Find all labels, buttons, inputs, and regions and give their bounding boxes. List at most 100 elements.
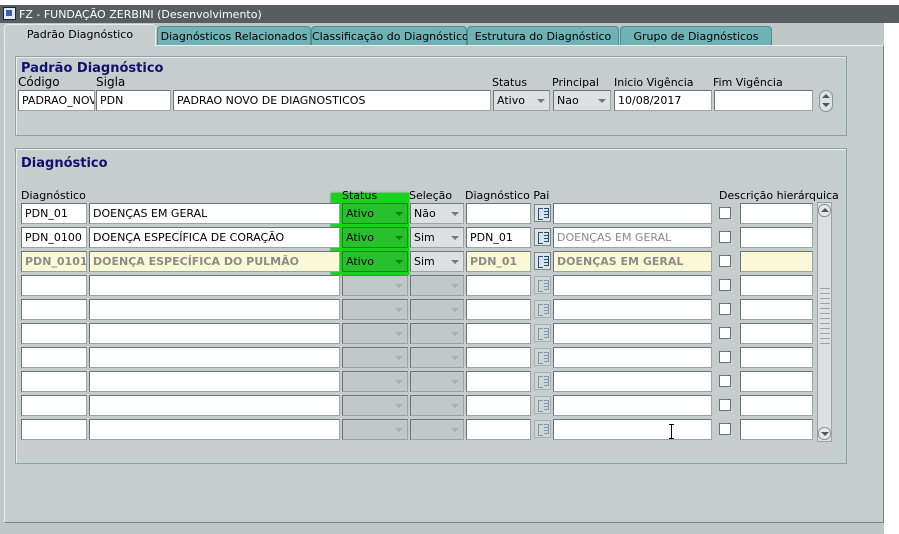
diagnostico-pai-field[interactable] (466, 347, 531, 368)
hierarquia-checkbox[interactable] (719, 303, 731, 315)
row-status-select[interactable]: Ativo (342, 251, 408, 272)
row-status-select[interactable] (342, 275, 408, 296)
row-selecao-select[interactable] (410, 275, 464, 296)
row-selecao-select[interactable] (410, 371, 464, 392)
scroll-up-icon[interactable] (818, 204, 831, 217)
descricao-hierarquica-field[interactable] (740, 395, 813, 416)
diagnostico-pai-desc-field[interactable] (553, 299, 712, 320)
tab-grupo[interactable]: Grupo de Diagnósticos (620, 26, 772, 47)
principal-select[interactable]: Nao (553, 90, 611, 111)
diagnostico-pai-desc-field[interactable] (553, 371, 712, 392)
lov-list-icon[interactable] (534, 228, 551, 246)
row-selecao-select[interactable] (410, 323, 464, 344)
diagnostico-pai-desc-field[interactable] (553, 323, 712, 344)
descricao-hierarquica-field[interactable] (740, 251, 813, 272)
inicio-vigencia-field[interactable]: 10/08/2017 (614, 90, 712, 111)
diagnostico-code-field[interactable] (21, 347, 87, 368)
lov-list-icon[interactable] (534, 348, 551, 366)
descricao-hierarquica-field[interactable] (740, 347, 813, 368)
row-status-select[interactable] (342, 395, 408, 416)
diagnostico-pai-desc-field[interactable] (553, 275, 712, 296)
diagnostico-pai-field[interactable] (466, 299, 531, 320)
row-status-select[interactable]: Ativo (342, 227, 408, 248)
status-select[interactable]: Ativo (493, 90, 550, 111)
row-status-select[interactable] (342, 347, 408, 368)
diagnostico-code-field[interactable] (21, 395, 87, 416)
diagnostico-pai-field[interactable]: PDN_01 (466, 227, 531, 248)
row-status-select[interactable] (342, 323, 408, 344)
diagnostico-desc-field[interactable] (89, 395, 340, 416)
row-selecao-select[interactable]: Sim (410, 227, 464, 248)
diagnostico-pai-desc-field[interactable]: DOENÇAS EM GERAL (553, 251, 712, 272)
hierarquia-checkbox[interactable] (719, 351, 731, 363)
diagnostico-pai-field[interactable] (466, 323, 531, 344)
row-selecao-select[interactable]: Sim (410, 251, 464, 272)
descricao-hierarquica-field[interactable] (740, 275, 813, 296)
diagnostico-pai-field[interactable] (466, 203, 531, 224)
diagnostico-pai-field[interactable] (466, 371, 531, 392)
diagnostico-pai-desc-field[interactable] (553, 203, 712, 224)
diagnostico-desc-field[interactable] (89, 275, 340, 296)
diagnostico-desc-field[interactable] (89, 347, 340, 368)
row-selecao-select[interactable] (410, 419, 464, 440)
lov-list-icon[interactable] (534, 252, 551, 270)
diagnostico-desc-field[interactable] (89, 371, 340, 392)
descricao-hierarquica-field[interactable] (740, 323, 813, 344)
diagnostico-desc-field[interactable] (89, 323, 340, 344)
diagnostico-desc-field[interactable] (89, 419, 340, 440)
lov-list-icon[interactable] (534, 372, 551, 390)
lov-list-icon[interactable] (534, 204, 551, 222)
diagnostico-pai-desc-field[interactable]: DOENÇAS EM GERAL (553, 227, 712, 248)
diagnostico-pai-field[interactable] (466, 275, 531, 296)
descricao-hierarquica-field[interactable] (740, 419, 813, 440)
codigo-field[interactable]: PADRAO_NOV (18, 90, 95, 111)
diagnostico-code-field[interactable]: PDN_0100 (21, 227, 87, 248)
header-scroll[interactable] (819, 90, 833, 112)
fim-vigencia-field[interactable] (714, 90, 813, 111)
descricao-hierarquica-field[interactable] (740, 299, 813, 320)
hierarquia-checkbox[interactable] (719, 327, 731, 339)
diagnostico-code-field[interactable] (21, 371, 87, 392)
tab-diagnosticos-relacionados[interactable]: Diagnósticos Relacionados (157, 26, 311, 47)
diagnostico-pai-desc-field[interactable] (553, 395, 712, 416)
hierarquia-checkbox[interactable] (719, 207, 731, 219)
lov-list-icon[interactable] (534, 300, 551, 318)
row-selecao-select[interactable] (410, 347, 464, 368)
tab-padrao-diagnostico[interactable]: Padrão Diagnóstico (4, 24, 156, 47)
row-selecao-select[interactable] (410, 395, 464, 416)
hierarquia-checkbox[interactable] (719, 375, 731, 387)
lov-list-icon[interactable] (534, 324, 551, 342)
diagnostico-code-field[interactable] (21, 299, 87, 320)
diagnostico-code-field[interactable]: PDN_0101 (21, 251, 87, 272)
tab-estrutura[interactable]: Estrutura do Diagnóstico (467, 26, 619, 47)
scroll-down-icon[interactable] (818, 427, 831, 440)
diagnostico-pai-field[interactable] (466, 395, 531, 416)
diagnostico-desc-field[interactable]: DOENÇA ESPECÍFICA DO PULMÃO (89, 251, 340, 272)
row-status-select[interactable]: Ativo (342, 203, 408, 224)
diagnostico-desc-field[interactable]: DOENÇAS EM GERAL (89, 203, 340, 224)
hierarquia-checkbox[interactable] (719, 231, 731, 243)
descricao-hierarquica-field[interactable] (740, 227, 813, 248)
lov-list-icon[interactable] (534, 396, 551, 414)
hierarquia-checkbox[interactable] (719, 423, 731, 435)
tab-classificacao[interactable]: Classificação do Diagnóstico (311, 26, 469, 47)
row-status-select[interactable] (342, 371, 408, 392)
hierarquia-checkbox[interactable] (719, 399, 731, 411)
lov-list-icon[interactable] (534, 420, 551, 438)
diagnostico-code-field[interactable]: PDN_01 (21, 203, 87, 224)
row-status-select[interactable] (342, 419, 408, 440)
hierarquia-checkbox[interactable] (719, 255, 731, 267)
diagnostico-pai-desc-field[interactable] (553, 347, 712, 368)
hierarquia-checkbox[interactable] (719, 279, 731, 291)
descricao-field[interactable]: PADRAO NOVO DE DIAGNOSTICOS (173, 90, 491, 111)
lov-list-icon[interactable] (534, 276, 551, 294)
diagnostico-desc-field[interactable] (89, 299, 340, 320)
diagnostico-pai-field[interactable]: PDN_01 (466, 251, 531, 272)
scroll-down-icon[interactable] (820, 99, 833, 112)
diagnostico-code-field[interactable] (21, 419, 87, 440)
diagnostico-code-field[interactable] (21, 275, 87, 296)
diagnostico-pai-field[interactable] (466, 419, 531, 440)
row-selecao-select[interactable] (410, 299, 464, 320)
row-selecao-select[interactable]: Não (410, 203, 464, 224)
sigla-field[interactable]: PDN (96, 90, 171, 111)
